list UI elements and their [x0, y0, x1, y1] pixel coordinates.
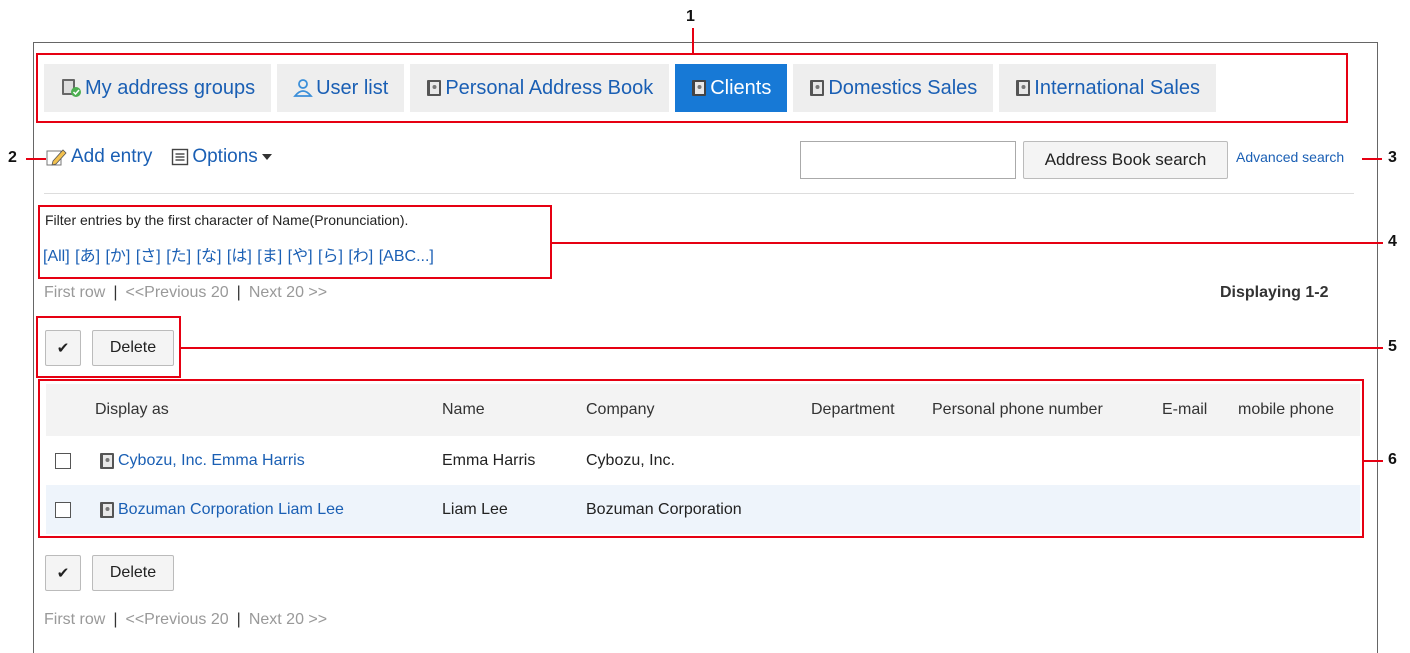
pager-top: First row | <<Previous 20 | Next 20 >> — [44, 284, 327, 302]
add-entry-button[interactable]: Add entry — [46, 146, 152, 168]
callout-number: 6 — [1388, 451, 1397, 468]
callout-leader — [1363, 460, 1383, 462]
callout-leader — [692, 28, 694, 54]
address-search-input[interactable] — [800, 141, 1016, 179]
callout-number: 1 — [686, 8, 695, 25]
callout-leader — [180, 347, 1383, 349]
next-page-link[interactable]: Next 20 >> — [249, 611, 327, 628]
callout-number: 2 — [8, 149, 17, 166]
previous-page-link[interactable]: <<Previous 20 — [125, 611, 228, 628]
address-book-search-button[interactable]: Address Book search — [1023, 141, 1228, 179]
next-page-link[interactable]: Next 20 >> — [249, 284, 327, 301]
toolbar: Add entry Options — [46, 146, 291, 168]
callout-box-table — [38, 379, 1364, 538]
callout-box-filter — [38, 205, 552, 279]
add-entry-icon — [46, 147, 68, 167]
callout-number: 3 — [1388, 149, 1397, 166]
pager-separator: | — [236, 284, 241, 301]
chevron-down-icon — [261, 154, 272, 160]
callout-leader — [551, 242, 1383, 244]
callout-number: 5 — [1388, 338, 1397, 355]
pager-separator: | — [113, 611, 118, 628]
list-icon — [171, 148, 189, 166]
callout-number: 4 — [1388, 233, 1397, 250]
options-label: Options — [192, 146, 258, 167]
callout-leader — [1362, 158, 1382, 160]
first-row-link[interactable]: First row — [44, 611, 105, 628]
advanced-search-link[interactable]: Advanced search — [1236, 149, 1344, 165]
divider — [44, 193, 1354, 194]
callout-leader — [26, 158, 46, 160]
callout-box-actions — [36, 316, 181, 378]
displaying-count: Displaying 1-2 — [1220, 284, 1329, 301]
previous-page-link[interactable]: <<Previous 20 — [125, 284, 228, 301]
first-row-link[interactable]: First row — [44, 284, 105, 301]
select-all-button[interactable]: ✔ — [45, 555, 81, 591]
add-entry-label: Add entry — [71, 146, 153, 167]
options-menu-button[interactable]: Options — [171, 146, 272, 168]
callout-box-tabs — [36, 53, 1348, 123]
pager-separator: | — [113, 284, 118, 301]
delete-button[interactable]: Delete — [92, 555, 174, 591]
pager-separator: | — [236, 611, 241, 628]
pager-bottom: First row | <<Previous 20 | Next 20 >> — [44, 611, 327, 629]
